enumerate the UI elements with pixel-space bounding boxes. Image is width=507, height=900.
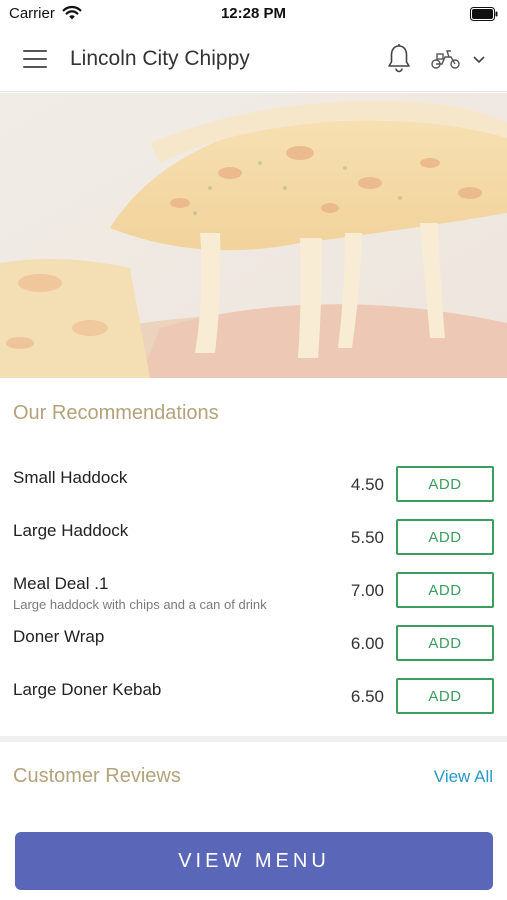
item-name: Large Doner Kebab — [13, 680, 162, 699]
bell-icon[interactable] — [386, 43, 412, 73]
add-button[interactable]: ADD — [396, 625, 494, 661]
list-item: Small Haddock 4.50 ADD — [0, 466, 507, 520]
section-divider — [0, 736, 507, 742]
clock: 12:28 PM — [220, 5, 287, 22]
add-button[interactable]: ADD — [396, 466, 494, 502]
add-button[interactable]: ADD — [396, 678, 494, 714]
battery-icon — [470, 7, 498, 21]
status-bar: Carrier 12:28 PM — [0, 0, 507, 28]
add-button[interactable]: ADD — [396, 572, 494, 608]
item-price: 6.50 — [350, 687, 384, 706]
item-price: 4.50 — [350, 475, 384, 494]
menu-icon[interactable] — [23, 50, 47, 68]
item-name: Meal Deal .1 — [13, 574, 109, 593]
list-item: Large Haddock 5.50 ADD — [0, 519, 507, 573]
page-title: Lincoln City Chippy — [70, 47, 250, 70]
recommendations-title: Our Recommendations — [13, 402, 219, 424]
item-name: Small Haddock — [13, 468, 128, 487]
item-name: Doner Wrap — [13, 627, 105, 646]
chevron-down-icon[interactable] — [472, 55, 486, 65]
reviews-title: Customer Reviews — [13, 765, 181, 787]
view-all-link[interactable]: View All — [434, 767, 493, 787]
hero-image — [0, 93, 507, 378]
item-name: Large Haddock — [13, 521, 129, 540]
list-item: Meal Deal .1 Large haddock with chips an… — [0, 572, 507, 626]
app-header: Lincoln City Chippy — [0, 28, 507, 92]
item-price: 7.00 — [350, 581, 384, 600]
list-item: Doner Wrap 6.00 ADD — [0, 625, 507, 679]
list-item: Large Doner Kebab 6.50 ADD — [0, 678, 507, 732]
item-description: Large haddock with chips and a can of dr… — [13, 597, 267, 612]
scooter-icon[interactable] — [430, 48, 462, 70]
view-menu-button[interactable]: VIEW MENU — [15, 832, 493, 890]
item-price: 6.00 — [350, 634, 384, 653]
add-button[interactable]: ADD — [396, 519, 494, 555]
pizza-image — [0, 93, 507, 378]
item-price: 5.50 — [350, 528, 384, 547]
